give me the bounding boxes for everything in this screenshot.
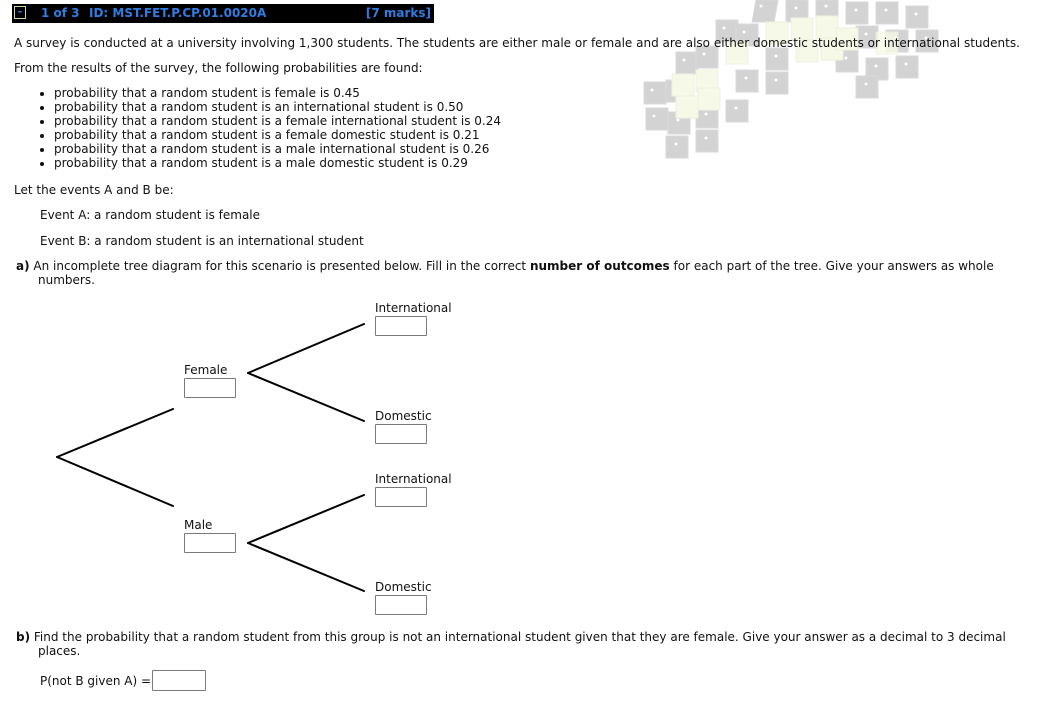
question-header: - 1 of 3 ID: MST.FET.P.CP.01.0020A [7 ma… [12,4,434,23]
event-a-definition: Event A: a random student is female [40,208,261,222]
female-node-label: Female [184,363,228,377]
female-international-count-input[interactable] [375,316,427,336]
results-lead: From the results of the survey, the foll… [14,61,423,75]
branch-root-male [56,456,174,507]
probability-item: probability that a random student is a m… [54,142,501,156]
male-international-label: International [375,472,452,486]
branch-female-international [247,323,365,374]
question-id: ID: MST.FET.P.CP.01.0020A [89,6,267,20]
part-a-text-bold: number of outcomes [529,259,670,273]
part-b-label: b) [16,630,31,644]
event-b-definition: Event B: a random student is an internat… [40,234,364,248]
branch-female-domestic [247,372,365,422]
male-count-input[interactable] [184,533,236,553]
conditional-probability-input[interactable] [152,670,206,691]
probability-item: probability that a random student is a m… [54,156,501,170]
question-marks: [7 marks] [365,6,431,20]
part-a-label: a) [16,259,30,273]
conditional-probability-label: P(not B given A) = [40,674,152,688]
intro-sentence: A survey is conducted at a university in… [14,36,1020,50]
branch-root-female [56,408,174,458]
question-position: 1 of 3 [41,6,80,20]
probability-list: probability that a random student is fem… [14,86,501,170]
part-b-text: Find the probability that a random stude… [33,630,1006,658]
part-a-text-before: An incomplete tree diagram for this scen… [33,259,527,273]
dice-cluster-icon [643,0,939,159]
male-domestic-count-input[interactable] [375,595,427,615]
branch-male-international [247,494,365,544]
female-domestic-label: Domestic [375,409,432,423]
part-a-instructions: a) An incomplete tree diagram for this s… [16,259,998,287]
probability-item: probability that a random student is a f… [54,114,501,128]
female-international-label: International [375,301,452,315]
probability-item: probability that a random student is fem… [54,86,501,100]
part-b-instructions: b) Find the probability that a random st… [16,630,1008,658]
probability-item: probability that a random student is a f… [54,128,501,142]
male-node-label: Male [184,518,213,532]
male-domestic-label: Domestic [375,580,432,594]
branch-male-domestic [247,542,365,592]
female-count-input[interactable] [184,378,236,398]
collapse-toggle-button[interactable]: - [14,6,26,19]
probability-item: probability that a random student is an … [54,100,501,114]
female-domestic-count-input[interactable] [375,424,427,444]
male-international-count-input[interactable] [375,487,427,507]
events-lead: Let the events A and B be: [14,183,174,197]
